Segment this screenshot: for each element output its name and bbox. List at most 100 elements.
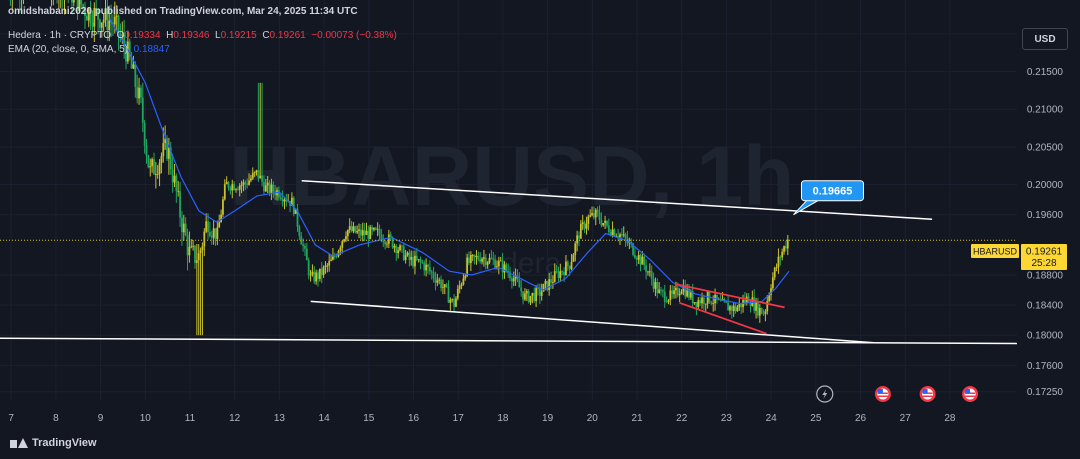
candle-body: [445, 284, 448, 287]
symbol-legend[interactable]: Hedera · 1h · CRYPTO O0.19334 H0.19346 L…: [8, 30, 397, 41]
candle-body: [524, 293, 526, 300]
candle-body: [488, 257, 491, 263]
candle-body: [304, 245, 306, 249]
candle-body: [427, 264, 429, 267]
candle-body: [675, 287, 677, 291]
candle-body: [216, 227, 219, 239]
candle-body: [512, 278, 515, 282]
currency-button[interactable]: USD: [1022, 28, 1068, 50]
candle-body: [602, 223, 605, 226]
candle-body: [376, 228, 379, 230]
candle-body: [141, 97, 144, 123]
low-value: 0.19215: [220, 30, 257, 41]
candle-body: [555, 271, 558, 273]
ema-legend[interactable]: EMA (20, close, 0, SMA, 5) 0.18847: [8, 44, 170, 55]
candle-body: [447, 286, 450, 303]
time-tick-label: 11: [185, 413, 196, 424]
candle-body: [102, 19, 105, 23]
candle-body: [417, 259, 420, 261]
candle-body: [710, 302, 713, 304]
candle-body: [138, 87, 140, 99]
candle-body: [419, 259, 422, 263]
candle-body: [658, 289, 661, 294]
candle-body: [421, 262, 424, 263]
candle-body: [652, 278, 655, 289]
candle-body: [607, 225, 610, 232]
candle-body: [766, 300, 769, 312]
candle-body: [136, 86, 139, 99]
candle-body: [578, 235, 580, 239]
candle-body: [283, 199, 286, 202]
price-tick-label: 0.19600: [1027, 210, 1064, 221]
candle-body: [236, 189, 239, 191]
candle-body: [468, 257, 470, 263]
candle-body: [744, 299, 746, 303]
candle-body: [205, 221, 208, 232]
candle-body: [520, 287, 523, 292]
tradingview-logo[interactable]: TradingView: [10, 437, 97, 449]
candle-body: [140, 87, 142, 98]
candle-body: [785, 246, 787, 249]
candle-body: [611, 229, 614, 236]
candle-body: [712, 303, 715, 304]
candle-body: [328, 260, 331, 266]
time-tick-label: 25: [810, 413, 822, 424]
us-flag-stripe: [922, 395, 933, 397]
candle-body: [527, 290, 530, 303]
candle-body: [639, 254, 642, 265]
candle-body: [540, 291, 543, 296]
candle-body: [410, 257, 413, 260]
candle-body: [145, 145, 148, 156]
candle-body: [673, 290, 675, 295]
candle-body: [255, 170, 258, 173]
candle-body: [365, 230, 368, 235]
price-axis[interactable]: 0.220000.215000.210000.205000.200000.196…: [1017, 0, 1080, 459]
candle-body: [309, 274, 312, 276]
price-tag-countdown: 25:28: [1031, 258, 1056, 269]
candle-body: [156, 174, 159, 175]
candle-body: [550, 279, 552, 283]
candle-body: [490, 257, 493, 259]
candle-body: [71, 0, 73, 3]
candle-body: [330, 259, 332, 261]
candle-body: [175, 175, 178, 192]
candle-body: [732, 305, 735, 311]
candle-body: [637, 254, 640, 260]
candle-body: [436, 280, 439, 283]
candle-body: [242, 182, 245, 186]
candle-body: [414, 255, 416, 267]
price-tick-label: 0.17250: [1027, 387, 1064, 398]
candle-body: [622, 234, 625, 236]
candle-body: [320, 268, 323, 276]
candle-body: [548, 279, 551, 290]
candle-body: [373, 227, 375, 230]
candle-body: [263, 181, 265, 192]
ema-value: 0.18847: [133, 44, 170, 55]
candle-body: [412, 257, 414, 267]
price-tick-label: 0.18400: [1027, 301, 1064, 312]
candle-body: [680, 291, 683, 295]
candle-body: [634, 254, 636, 258]
candle-body: [108, 20, 111, 30]
candle-body: [395, 245, 398, 254]
candle-body: [613, 229, 616, 237]
candle-body: [443, 284, 446, 288]
candle-body: [753, 297, 756, 311]
candle-body: [587, 216, 590, 224]
candle-body: [434, 278, 437, 283]
change-value: −0.00073 (−0.38%): [311, 30, 397, 41]
symbol-name: Hedera · 1h · CRYPTO: [8, 30, 112, 41]
candle-body: [579, 223, 582, 239]
candle-body: [585, 223, 588, 229]
candle-body: [551, 281, 554, 283]
open-value: 0.19334: [124, 30, 161, 41]
candle-body: [650, 271, 653, 279]
candle-body: [277, 190, 280, 198]
candle-body: [591, 213, 593, 216]
candle-body: [356, 230, 359, 233]
time-tick-label: 8: [53, 413, 59, 424]
candle-body: [346, 230, 349, 237]
candle-body: [442, 287, 444, 289]
watermark-symbol: HBARUSD, 1h: [230, 129, 795, 223]
price-chart[interactable]: HBARUSD, 1h Hedera 0.220000.215000.21000…: [0, 0, 1080, 459]
